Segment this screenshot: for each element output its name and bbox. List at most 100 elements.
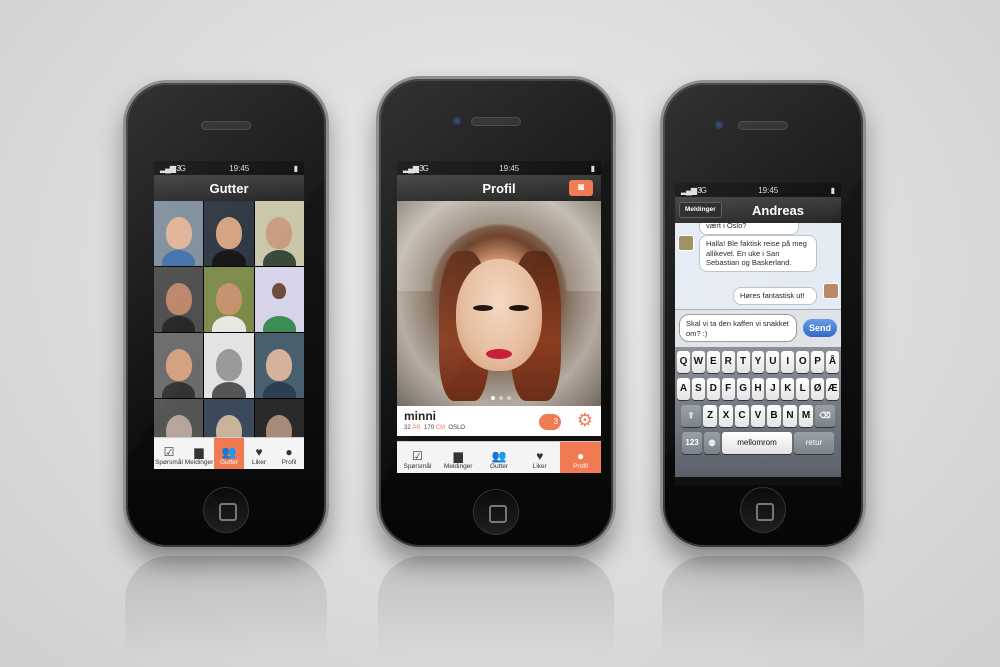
key-e[interactable]: E [706, 351, 720, 373]
key-n[interactable]: N [783, 405, 797, 427]
tab-gutter[interactable]: 👥 Gutter [214, 438, 244, 469]
avatar [823, 283, 839, 299]
left-screen: ▂▄▆ 3G 19:45 ▮ Gutter ☑ Spørsmål ▆ Melding… [154, 161, 304, 469]
chat-bubble-outgoing: Høres fantastisk ut! [733, 287, 817, 305]
signal-icon: ▂▄▆ 3G [403, 163, 429, 173]
person-icon: ● [285, 445, 293, 459]
status-time: 19:45 [499, 163, 520, 173]
send-button[interactable]: Send [803, 319, 837, 337]
keyboard: QWERTYUIOPÅ ASDFGHJKLØÆ ⇧ ZXCVBNM ⌫ 123 … [675, 347, 841, 477]
camera-button[interactable]: ◙ [569, 180, 593, 196]
delete-key[interactable]: ⌫ [815, 405, 835, 427]
front-camera [451, 115, 463, 127]
key-i[interactable]: I [781, 351, 795, 373]
profile-info: minni 32 ÅR 170 CM OSLO 3 ⚙ [397, 406, 601, 436]
grid-photo[interactable] [254, 201, 304, 266]
globe-icon[interactable]: ◍ [704, 432, 720, 454]
grid-photo[interactable] [254, 267, 304, 332]
key-k[interactable]: K [781, 378, 795, 400]
key-ø[interactable]: Ø [811, 378, 825, 400]
keyboard-row-1: QWERTYUIOPÅ [677, 351, 839, 373]
key-y[interactable]: Y [751, 351, 765, 373]
center-phone: ▂▄▆ 3G 19:45 ▮ Profil ◙ minni 32 ÅR 170 … [376, 76, 616, 550]
floor-reflection [378, 556, 614, 656]
keyboard-row-2: ASDFGHJKLØÆ [677, 378, 839, 400]
heart-icon: ♥ [255, 445, 263, 459]
profile-meta: 32 ÅR 170 CM OSLO [404, 425, 466, 431]
key-p[interactable]: P [811, 351, 825, 373]
tab-meldinger[interactable]: ▆ Meldinger [184, 438, 214, 469]
profile-name: minni [404, 409, 436, 423]
earpiece-speaker [201, 121, 251, 130]
tab-liker[interactable]: ♥ Liker [244, 438, 274, 469]
gear-icon[interactable]: ⚙ [577, 410, 593, 431]
tab-profil[interactable]: ● Profil [274, 438, 304, 469]
grid-photo[interactable] [204, 333, 254, 398]
key-å[interactable]: Å [826, 351, 839, 373]
chat-thread[interactable]: vært i Oslo? Halla! Ble faktisk reise på… [675, 223, 841, 309]
key-q[interactable]: Q [677, 351, 690, 373]
key-w[interactable]: W [691, 351, 705, 373]
battery-icon: ▮ [830, 185, 835, 195]
grid-photo[interactable] [154, 201, 204, 266]
home-button[interactable] [473, 489, 519, 535]
tab-bar: ☑ Spørsmål ▆ Meldinger 👥 Gutter ♥ Liker ● Pro… [397, 441, 601, 473]
key-d[interactable]: D [706, 378, 720, 400]
page-dots [491, 396, 511, 400]
chat-bubble-incoming: Halla! Ble faktisk reise på meg allikeve… [699, 235, 817, 272]
grid-photo[interactable] [154, 267, 204, 332]
key-z[interactable]: Z [703, 405, 717, 427]
back-button[interactable]: Meldinger [679, 202, 722, 218]
key-x[interactable]: X [719, 405, 733, 427]
key-u[interactable]: U [766, 351, 780, 373]
status-time: 19:45 [758, 185, 779, 195]
key-c[interactable]: C [735, 405, 749, 427]
status-bar: ▂▄▆ 3G 19:45 ▮ [154, 161, 304, 175]
key-l[interactable]: L [796, 378, 810, 400]
compose-row: Skal vi ta den kaffen vi snakket om? :) … [675, 309, 841, 347]
key-m[interactable]: M [799, 405, 813, 427]
key-j[interactable]: J [766, 378, 780, 400]
key-g[interactable]: G [736, 378, 750, 400]
key-s[interactable]: S [691, 378, 705, 400]
right-phone: ▂▄▆ 3G 19:45 ▮ Meldinger Andreas vært i … [660, 80, 866, 550]
key-v[interactable]: V [751, 405, 765, 427]
chat-icon: ▆ [194, 445, 204, 459]
shift-key[interactable]: ⇧ [681, 405, 701, 427]
grid-photo[interactable] [254, 333, 304, 398]
tab-sporsmal[interactable]: ☑ Spørsmål [397, 442, 438, 473]
person-icon: ● [576, 449, 585, 463]
tab-gutter[interactable]: 👥 Gutter [479, 442, 520, 473]
message-input[interactable]: Skal vi ta den kaffen vi snakket om? :) [679, 314, 797, 342]
key-h[interactable]: H [751, 378, 765, 400]
home-button[interactable] [203, 487, 249, 533]
tab-sporsmal[interactable]: ☑ Spørsmål [154, 438, 184, 469]
space-key[interactable]: mellomrom [722, 432, 792, 454]
return-key[interactable]: retur [794, 432, 834, 454]
nav-title-bar: Gutter [154, 175, 304, 201]
camera-icon: ◙ [577, 182, 585, 193]
home-button[interactable] [740, 487, 786, 533]
key-f[interactable]: F [721, 378, 735, 400]
battery-icon: ▮ [590, 163, 595, 173]
key-b[interactable]: B [767, 405, 781, 427]
grid-photo[interactable] [154, 333, 204, 398]
grid-photo[interactable] [204, 267, 254, 332]
tab-liker[interactable]: ♥ Liker [519, 442, 560, 473]
people-icon: 👥 [221, 445, 237, 459]
grid-photo[interactable] [204, 201, 254, 266]
key-a[interactable]: A [677, 378, 690, 400]
key-æ[interactable]: Æ [826, 378, 839, 400]
chat-icon: ▆ [453, 449, 463, 463]
key-t[interactable]: T [736, 351, 750, 373]
tab-profil[interactable]: ● Profil [560, 442, 601, 473]
numbers-key[interactable]: 123 [682, 432, 702, 454]
profile-photo[interactable] [397, 201, 601, 406]
signal-icon: ▂▄▆ 3G [160, 163, 186, 173]
status-bar: ▂▄▆ 3G 19:45 ▮ [397, 161, 601, 175]
tab-meldinger[interactable]: ▆ Meldinger [438, 442, 479, 473]
coin-badge[interactable]: 3 [539, 414, 561, 430]
key-r[interactable]: R [721, 351, 735, 373]
front-camera [713, 119, 725, 131]
key-o[interactable]: O [796, 351, 810, 373]
